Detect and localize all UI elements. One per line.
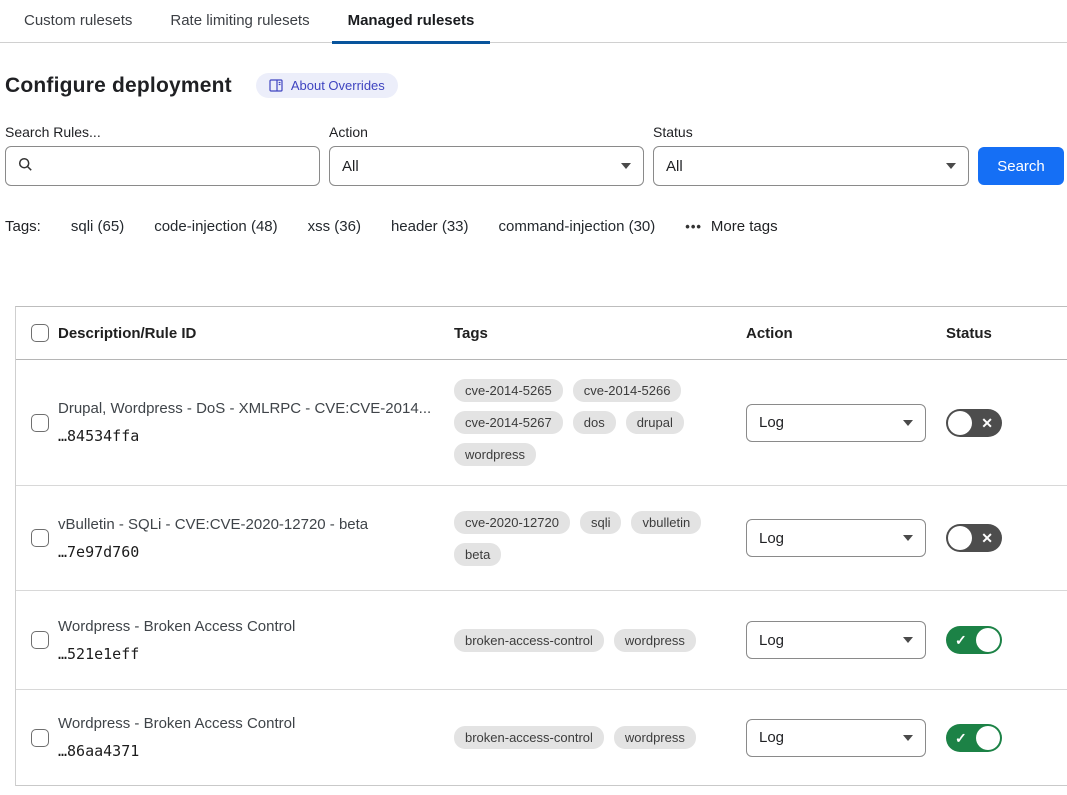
- column-header-tags: Tags: [454, 325, 746, 342]
- toggle-state-icon: ✓: [955, 626, 967, 654]
- search-rules-label: Search Rules...: [5, 124, 320, 140]
- status-toggle[interactable]: ✕: [946, 524, 1002, 552]
- heading-row: Configure deployment About Overrides: [5, 73, 1067, 98]
- status-filter-label: Status: [653, 124, 969, 140]
- tag-pill: cve-2014-5265: [454, 379, 563, 402]
- chevron-down-icon: [903, 637, 913, 643]
- rule-description: vBulletin - SQLi - CVE:CVE-2020-12720 - …: [58, 516, 368, 533]
- table-row: Wordpress - Broken Access Control …86aa4…: [16, 690, 1067, 786]
- row-action-select[interactable]: Log: [746, 621, 926, 659]
- about-overrides-label: About Overrides: [291, 78, 385, 93]
- tag-pill: drupal: [626, 411, 684, 434]
- row-action-value: Log: [759, 729, 784, 746]
- chevron-down-icon: [621, 163, 631, 169]
- row-action-value: Log: [759, 414, 784, 431]
- tab-custom-rulesets[interactable]: Custom rulesets: [8, 0, 148, 44]
- rule-id: …84534ffa: [58, 427, 139, 445]
- tab-managed-rulesets[interactable]: Managed rulesets: [332, 0, 491, 44]
- search-rules-field: [5, 146, 320, 186]
- status-toggle[interactable]: ✓: [946, 724, 1002, 752]
- rule-id: …7e97d760: [58, 543, 139, 561]
- tag-filter-sqli[interactable]: sqli (65): [71, 218, 124, 235]
- row-checkbox[interactable]: [31, 729, 49, 747]
- toggle-knob: [948, 526, 972, 550]
- tag-pill: wordpress: [614, 629, 696, 652]
- toggle-knob: [976, 628, 1000, 652]
- chevron-down-icon: [946, 163, 956, 169]
- tag-pill: sqli: [580, 511, 622, 534]
- row-checkbox[interactable]: [31, 414, 49, 432]
- table-row: Wordpress - Broken Access Control …521e1…: [16, 591, 1067, 690]
- table-body: Drupal, Wordpress - DoS - XMLRPC - CVE:C…: [16, 360, 1067, 786]
- rule-description: Drupal, Wordpress - DoS - XMLRPC - CVE:C…: [58, 400, 431, 417]
- tag-pill: broken-access-control: [454, 726, 604, 749]
- tag-pill: cve-2014-5266: [573, 379, 682, 402]
- tag-pill: cve-2020-12720: [454, 511, 570, 534]
- rule-id: …86aa4371: [58, 742, 139, 760]
- column-header-description: Description/Rule ID: [58, 325, 454, 342]
- chevron-down-icon: [903, 420, 913, 426]
- toggle-state-icon: ✕: [981, 409, 993, 437]
- row-action-select[interactable]: Log: [746, 519, 926, 557]
- column-header-status: Status: [946, 325, 1067, 342]
- filter-bar: Search Rules... Action All Status: [5, 124, 1067, 186]
- toggle-state-icon: ✕: [981, 524, 993, 552]
- search-button[interactable]: Search: [978, 147, 1064, 185]
- tags-bar-label: Tags:: [5, 218, 41, 235]
- rule-description: Wordpress - Broken Access Control: [58, 715, 295, 732]
- book-icon: [269, 79, 283, 92]
- chevron-down-icon: [903, 535, 913, 541]
- rule-description: Wordpress - Broken Access Control: [58, 618, 295, 635]
- table-row: Drupal, Wordpress - DoS - XMLRPC - CVE:C…: [16, 360, 1067, 486]
- row-action-value: Log: [759, 530, 784, 547]
- table-header-row: Description/Rule ID Tags Action Status: [16, 307, 1067, 360]
- select-all-checkbox[interactable]: [31, 324, 49, 342]
- tag-filter-header[interactable]: header (33): [391, 218, 469, 235]
- row-checkbox[interactable]: [31, 529, 49, 547]
- tag-filter-code-injection[interactable]: code-injection (48): [154, 218, 277, 235]
- rules-table: Description/Rule ID Tags Action Status D…: [15, 306, 1067, 786]
- toggle-knob: [948, 411, 972, 435]
- tag-pill: broken-access-control: [454, 629, 604, 652]
- tag-pill: beta: [454, 543, 501, 566]
- toggle-state-icon: ✓: [955, 724, 967, 752]
- status-toggle[interactable]: ✕: [946, 409, 1002, 437]
- search-icon: [18, 157, 33, 176]
- status-filter-value: All: [666, 158, 683, 175]
- tag-pill: cve-2014-5267: [454, 411, 563, 434]
- more-tags-label: More tags: [711, 218, 778, 235]
- tag-pill: wordpress: [454, 443, 536, 466]
- toggle-knob: [976, 726, 1000, 750]
- chevron-down-icon: [903, 735, 913, 741]
- tags-bar: Tags: sqli (65) code-injection (48) xss …: [5, 218, 1067, 235]
- row-action-select[interactable]: Log: [746, 404, 926, 442]
- tag-filter-command-injection[interactable]: command-injection (30): [499, 218, 656, 235]
- tag-pill: dos: [573, 411, 616, 434]
- tab-rate-limiting-rulesets[interactable]: Rate limiting rulesets: [154, 0, 325, 44]
- search-rules-input[interactable]: [41, 158, 307, 175]
- ruleset-tabs: Custom rulesets Rate limiting rulesets M…: [0, 0, 1067, 43]
- row-checkbox[interactable]: [31, 631, 49, 649]
- tag-filter-xss[interactable]: xss (36): [308, 218, 361, 235]
- row-action-value: Log: [759, 632, 784, 649]
- more-tags-button[interactable]: ••• More tags: [685, 218, 777, 235]
- status-filter-select[interactable]: All: [653, 146, 969, 186]
- rule-id: …521e1eff: [58, 645, 139, 663]
- row-action-select[interactable]: Log: [746, 719, 926, 757]
- page-title: Configure deployment: [5, 74, 232, 98]
- tag-pill: wordpress: [614, 726, 696, 749]
- action-filter-select[interactable]: All: [329, 146, 644, 186]
- action-filter-value: All: [342, 158, 359, 175]
- column-header-action: Action: [746, 325, 946, 342]
- status-toggle[interactable]: ✓: [946, 626, 1002, 654]
- table-row: vBulletin - SQLi - CVE:CVE-2020-12720 - …: [16, 486, 1067, 591]
- about-overrides-badge[interactable]: About Overrides: [256, 73, 398, 98]
- action-filter-label: Action: [329, 124, 644, 140]
- tag-pill: vbulletin: [631, 511, 701, 534]
- ellipsis-icon: •••: [685, 219, 702, 234]
